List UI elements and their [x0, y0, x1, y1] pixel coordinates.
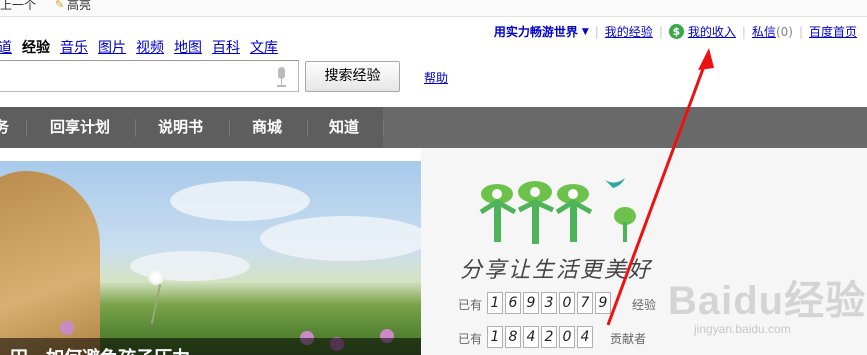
red-arrow-icon [606, 48, 714, 326]
